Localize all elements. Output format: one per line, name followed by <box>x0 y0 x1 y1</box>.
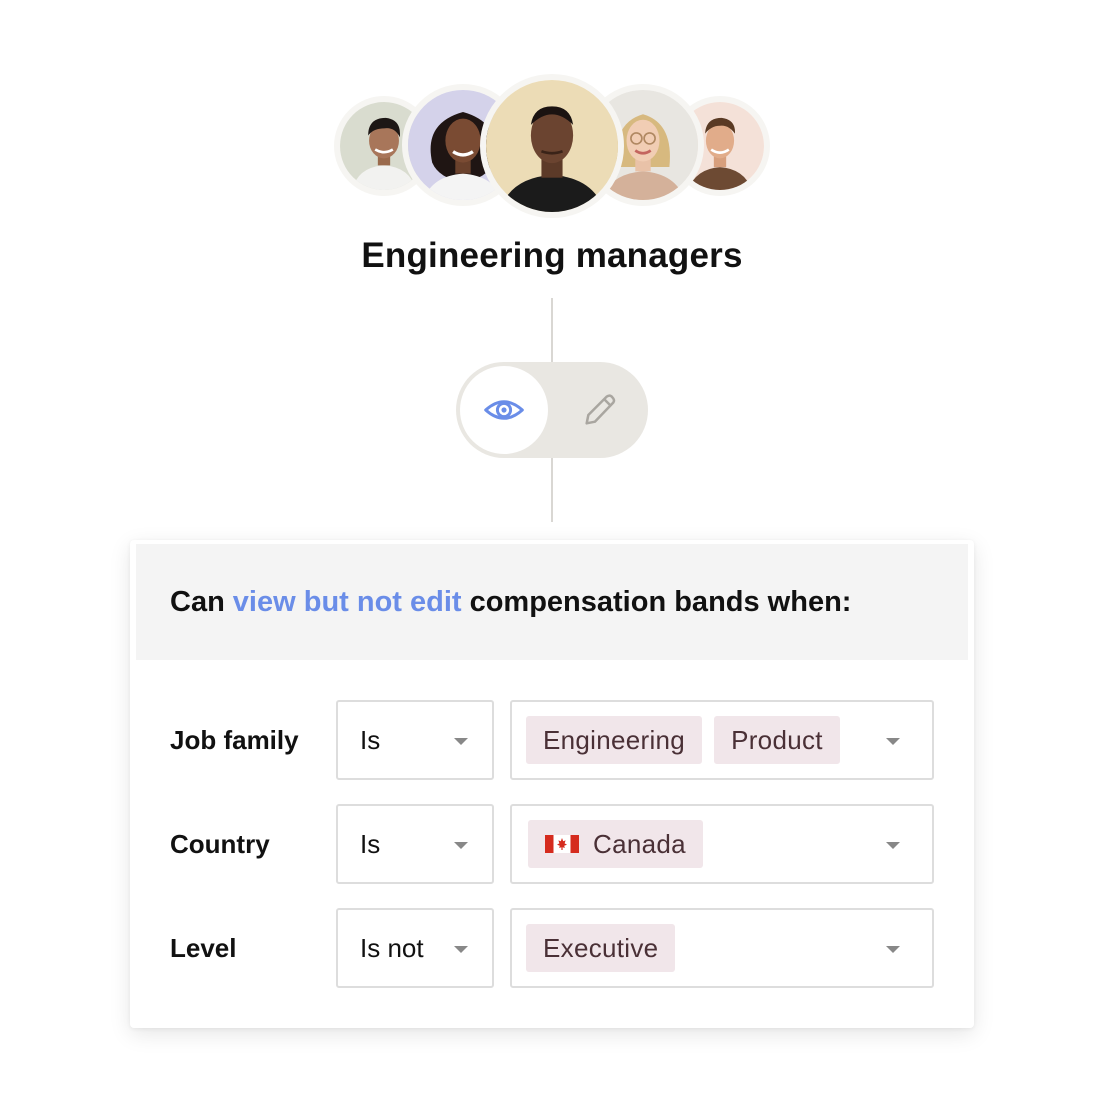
condition-label: Country <box>170 828 270 859</box>
permission-toggle[interactable] <box>456 362 648 458</box>
condition-row: Country Is Canada <box>130 804 974 884</box>
canada-flag-icon <box>545 835 579 853</box>
value-chip-label: Canada <box>593 828 686 859</box>
chevron-down-icon <box>454 738 468 745</box>
operator-select[interactable]: Is <box>336 804 494 884</box>
avatar-group <box>0 0 1104 240</box>
connector-line <box>551 458 553 522</box>
chevron-down-icon <box>454 946 468 953</box>
connector-line <box>551 298 553 364</box>
value-chip[interactable]: Executive <box>526 924 676 972</box>
eye-icon <box>484 400 524 420</box>
chevron-down-icon <box>886 842 900 849</box>
view-option[interactable] <box>460 366 548 454</box>
value-chip[interactable]: Canada <box>528 820 703 868</box>
rule-summary: Can view but not edit compensation bands… <box>136 544 968 660</box>
condition-row: Level Is not Executive <box>130 908 974 988</box>
value-select[interactable]: Engineering Product <box>510 700 934 780</box>
condition-label: Level <box>170 932 237 963</box>
operator-value: Is <box>360 724 381 755</box>
person-photo-icon <box>486 80 618 212</box>
rule-permission: view but not edit <box>232 585 462 618</box>
operator-select[interactable]: Is <box>336 700 494 780</box>
avatar[interactable] <box>480 74 624 218</box>
value-select[interactable]: Executive <box>510 908 934 988</box>
value-chip[interactable]: Product <box>714 716 840 764</box>
condition-label: Job family <box>170 724 299 755</box>
pencil-icon <box>585 394 616 425</box>
condition-row: Job family Is Engineering Product <box>130 700 974 780</box>
permission-rule-card: Can view but not edit compensation bands… <box>130 540 974 1028</box>
value-select[interactable]: Canada <box>510 804 934 884</box>
edit-option[interactable] <box>556 366 644 454</box>
chevron-down-icon <box>454 842 468 849</box>
rule-suffix: compensation bands when: <box>469 585 852 618</box>
rule-prefix: Can <box>170 585 225 618</box>
operator-value: Is <box>360 828 381 859</box>
chevron-down-icon <box>886 946 900 953</box>
value-chip[interactable]: Engineering <box>526 716 703 764</box>
operator-select[interactable]: Is not <box>336 908 494 988</box>
group-title: Engineering managers <box>361 236 743 275</box>
chevron-down-icon <box>886 738 900 745</box>
operator-value: Is not <box>360 932 424 963</box>
